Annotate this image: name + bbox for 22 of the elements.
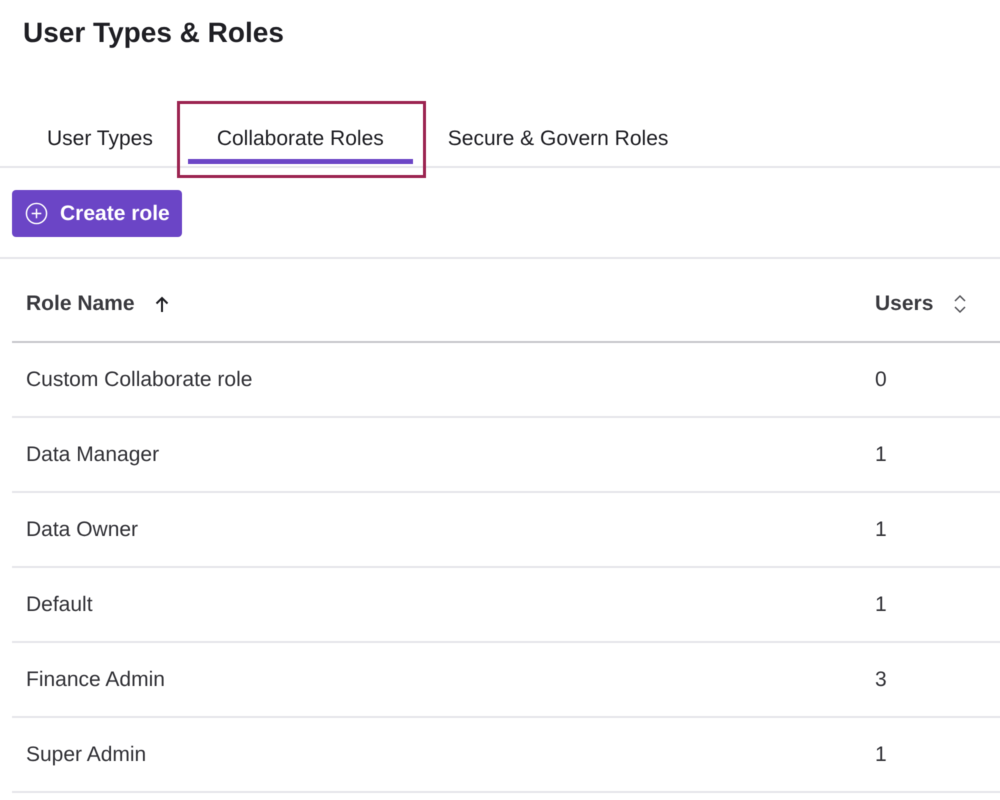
users-count-cell: 1 <box>862 568 1000 643</box>
role-name-cell: Finance Admin <box>12 643 862 718</box>
role-name-cell: Data Owner <box>12 493 862 568</box>
role-name-cell: Super Admin <box>12 718 862 793</box>
plus-circle-icon <box>25 202 48 225</box>
users-count-cell: 1 <box>862 493 1000 568</box>
page-title: User Types & Roles <box>22 16 285 50</box>
tab[interactable]: Collaborate Roles <box>188 104 413 166</box>
tab[interactable]: Secure & Govern Roles <box>418 104 698 166</box>
role-name-cell: Default <box>12 568 862 643</box>
users-count-cell: 1 <box>862 718 1000 793</box>
column-header[interactable]: Users <box>875 292 934 316</box>
role-name-cell: Data Manager <box>12 418 862 493</box>
sort-ascending-icon[interactable] <box>154 296 169 312</box>
users-count-cell: 1 <box>862 418 1000 493</box>
tab[interactable]: User Types <box>18 104 182 166</box>
create-role-button[interactable]: Create role <box>12 190 182 237</box>
role-name-cell: Custom Collaborate role <box>12 343 862 418</box>
users-count-cell: 3 <box>862 643 1000 718</box>
sort-icon[interactable] <box>953 293 968 315</box>
users-count-cell: 0 <box>862 343 1000 418</box>
column-header[interactable]: Role Name <box>26 292 135 316</box>
